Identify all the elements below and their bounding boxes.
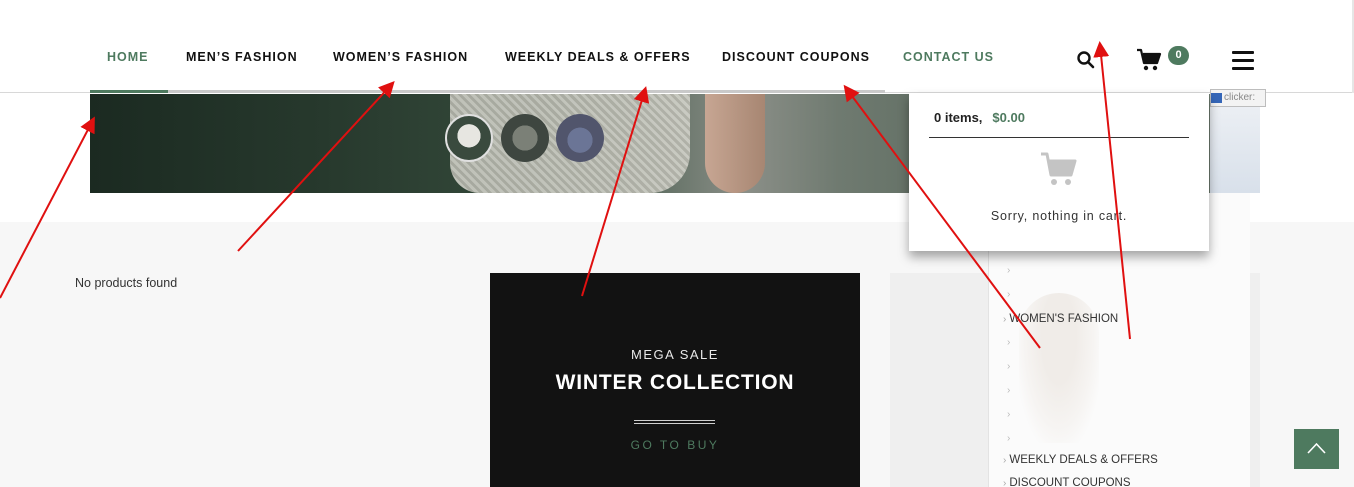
slider-thumb-3[interactable] bbox=[556, 114, 604, 162]
banner-image-edge bbox=[1210, 94, 1260, 193]
chevron-right-icon: › bbox=[1003, 455, 1007, 466]
chevron-right-icon: › bbox=[1003, 478, 1007, 487]
nav-mens-fashion[interactable]: MEN’S FASHION bbox=[186, 50, 298, 64]
side-menu-label: DISCOUNT COUPONS bbox=[1009, 477, 1131, 487]
cart-divider bbox=[929, 137, 1189, 138]
cart-items-count: 0 items, bbox=[934, 110, 983, 125]
cart-empty-message: Sorry, nothing in cart. bbox=[990, 209, 1128, 223]
clicker-marker bbox=[1211, 93, 1222, 103]
chevron-right-icon: › bbox=[1007, 409, 1011, 420]
go-to-buy-link[interactable]: GO TO BUY bbox=[490, 438, 860, 452]
chevron-right-icon: › bbox=[1007, 265, 1011, 276]
slider-thumb-2[interactable] bbox=[501, 114, 549, 162]
nav-hover-bar bbox=[168, 90, 885, 93]
nav-contact-us[interactable]: CONTACT US bbox=[903, 50, 994, 64]
cart-icon[interactable] bbox=[1136, 48, 1162, 72]
chevron-right-icon: › bbox=[1003, 314, 1007, 325]
chevron-right-icon: › bbox=[1007, 361, 1011, 372]
nav-weekly-deals[interactable]: WEEKLY DEALS & OFFERS bbox=[505, 50, 691, 64]
cart-total: $0.00 bbox=[992, 110, 1025, 125]
nav-womens-fashion[interactable]: WOMEN’S FASHION bbox=[333, 50, 468, 64]
promo-banner: MEGA SALE WINTER COLLECTION GO TO BUY bbox=[490, 273, 860, 487]
promo-subtitle: MEGA SALE bbox=[631, 347, 719, 362]
promo-divider bbox=[634, 420, 715, 424]
empty-cart-icon bbox=[1039, 151, 1079, 187]
chevron-right-icon: › bbox=[1007, 433, 1011, 444]
chevron-up-icon bbox=[1307, 442, 1326, 454]
chevron-right-icon: › bbox=[1007, 385, 1011, 396]
nav-discount-coupons[interactable]: DISCOUNT COUPONS bbox=[722, 50, 870, 64]
nav-active-indicator bbox=[90, 90, 168, 93]
clicker-tooltip: clicker: bbox=[1210, 89, 1266, 107]
search-icon[interactable] bbox=[1076, 50, 1096, 70]
banner-image-arm bbox=[705, 94, 765, 193]
site-header bbox=[0, 0, 1354, 93]
slider-thumb-1[interactable] bbox=[445, 114, 493, 162]
scroll-to-top-button[interactable] bbox=[1294, 429, 1339, 469]
cart-count-badge: 0 bbox=[1168, 46, 1189, 65]
chevron-right-icon: › bbox=[1007, 289, 1011, 300]
chevron-right-icon: › bbox=[1007, 337, 1011, 348]
side-menu-item-discount-coupons[interactable]: › DISCOUNT COUPONS bbox=[1003, 477, 1131, 487]
hamburger-menu-icon[interactable] bbox=[1232, 51, 1254, 71]
side-menu-item-weekly-deals[interactable]: › WEEKLY DEALS & OFFERS bbox=[1003, 454, 1158, 466]
nav-home[interactable]: HOME bbox=[107, 50, 149, 64]
cart-summary: 0 items, $0.00 bbox=[934, 110, 1025, 125]
cart-dropdown: 0 items, $0.00 Sorry, nothing in cart. bbox=[909, 93, 1209, 251]
side-menu-label: WOMEN'S FASHION bbox=[1009, 313, 1119, 325]
side-menu-label: WEEKLY DEALS & OFFERS bbox=[1009, 454, 1158, 466]
no-products-message: No products found bbox=[75, 276, 178, 290]
clicker-label: clicker: bbox=[1224, 92, 1256, 103]
side-menu-item-womens-fashion[interactable]: › WOMEN'S FASHION bbox=[1003, 313, 1118, 325]
promo-title: WINTER COLLECTION bbox=[555, 371, 795, 394]
